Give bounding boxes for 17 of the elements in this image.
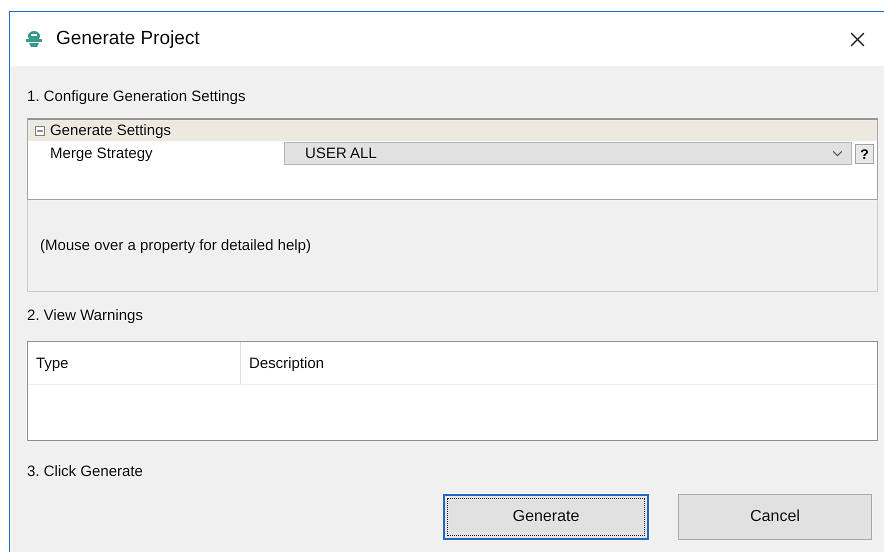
group-label: Generate Settings bbox=[50, 122, 171, 139]
dialog-button[interactable]: Cancel bbox=[678, 494, 872, 540]
column-header[interactable]: Type bbox=[28, 342, 241, 384]
section-label: 3. Click Generate bbox=[27, 462, 144, 482]
property-name: Merge Strategy bbox=[49, 145, 154, 162]
section-label: 2. View Warnings bbox=[27, 306, 144, 326]
section-label: 1. Configure Generation Settings bbox=[27, 87, 246, 107]
window-title: Generate Project bbox=[56, 28, 201, 50]
property-dropdown[interactable]: USER ALL bbox=[284, 142, 852, 165]
help-button[interactable]: ? bbox=[855, 144, 874, 164]
dialog-button[interactable]: Generate bbox=[443, 494, 649, 540]
close-icon[interactable] bbox=[849, 30, 866, 48]
caret-icon bbox=[832, 150, 843, 157]
column-header[interactable]: Description bbox=[241, 342, 877, 384]
app-logo-icon bbox=[24, 29, 44, 49]
help-text: (Mouse over a property for detailed help) bbox=[40, 237, 311, 254]
collapse-icon[interactable] bbox=[35, 126, 45, 136]
